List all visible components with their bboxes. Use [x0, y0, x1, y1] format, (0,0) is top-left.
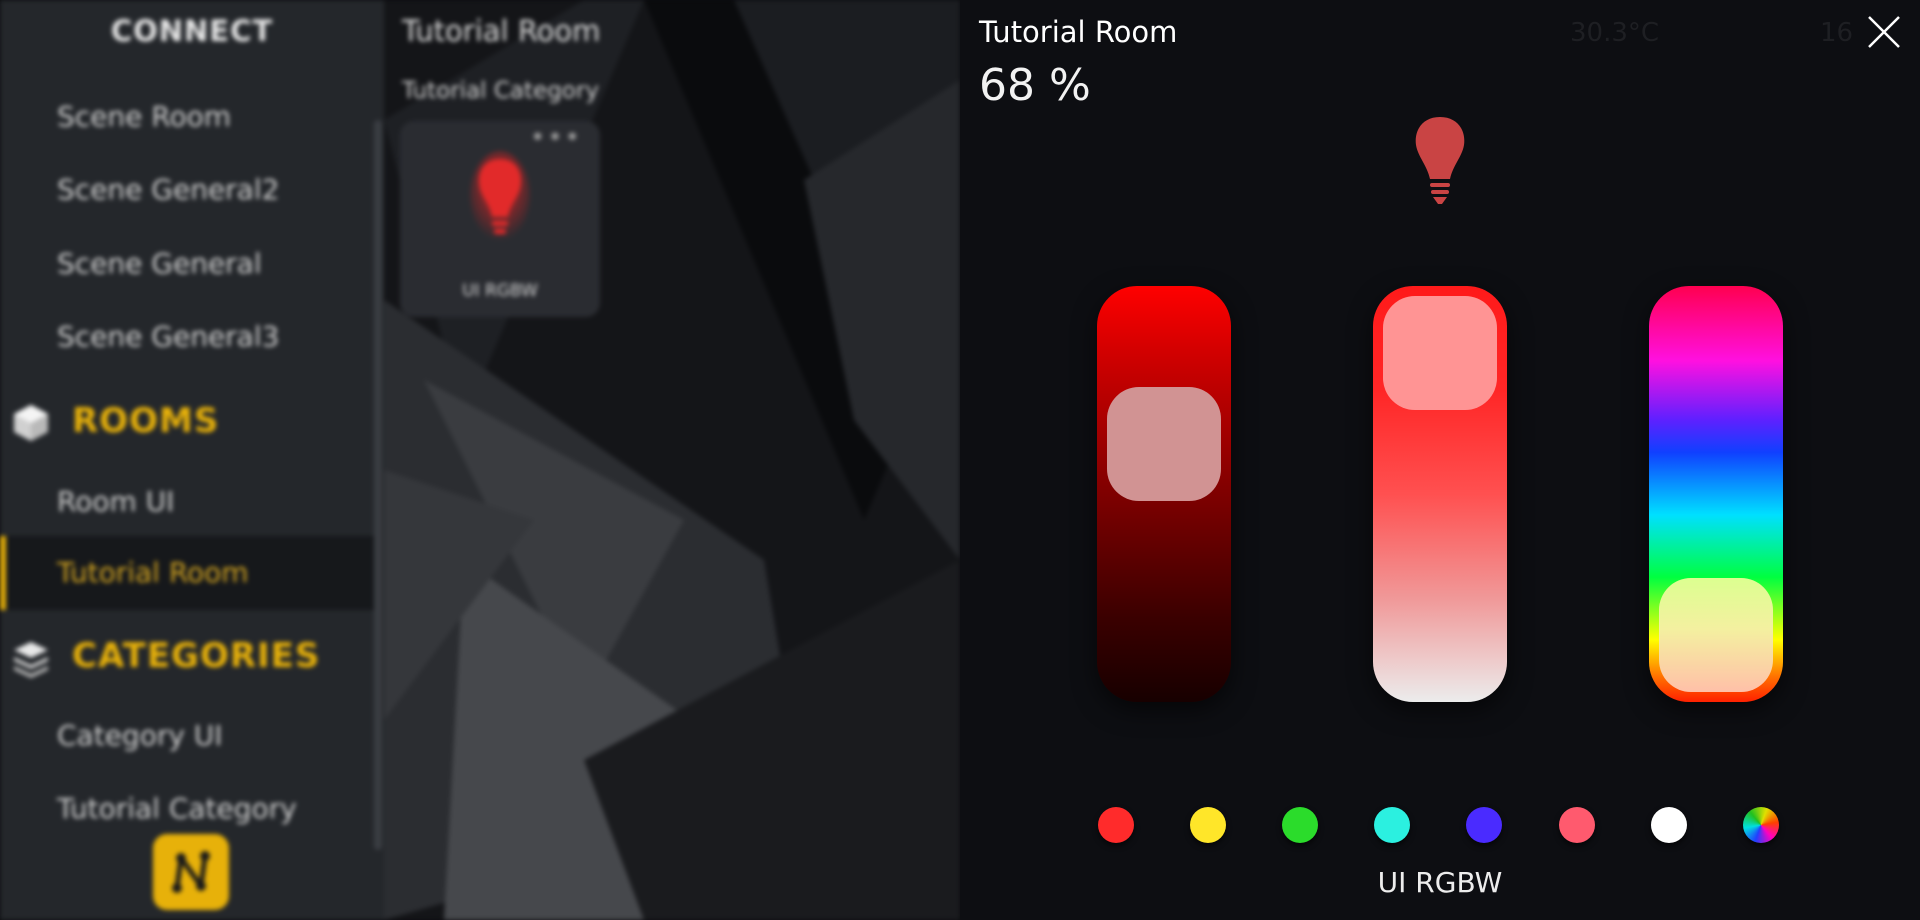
- swatch-green[interactable]: [1282, 807, 1318, 843]
- swatch-blue[interactable]: [1466, 807, 1502, 843]
- sidebar-item-scene-room[interactable]: Scene Room: [57, 100, 231, 133]
- room-title: Tutorial Room: [402, 14, 601, 48]
- sidebar-item-category-ui[interactable]: Category UI: [57, 719, 223, 752]
- active-indicator: [0, 536, 6, 610]
- rooms-heading: ROOMS: [72, 401, 220, 441]
- sidebar-scrollbar[interactable]: [374, 120, 382, 850]
- device-tile-ui-rgbw[interactable]: ••• UI RGBW: [400, 121, 600, 317]
- sidebar-item-room-ui[interactable]: Room UI: [57, 485, 174, 518]
- sidebar-item-scene-general3[interactable]: Scene General3: [57, 320, 279, 353]
- category-title: Tutorial Category: [402, 78, 599, 104]
- cube-icon: [14, 405, 48, 441]
- brightness-slider-thumb[interactable]: [1107, 387, 1221, 501]
- faint-temperature: 30.3°C: [1570, 18, 1660, 48]
- brightness-slider[interactable]: [1097, 286, 1231, 702]
- categories-heading: CATEGORIES: [72, 636, 321, 676]
- saturation-slider[interactable]: [1373, 286, 1507, 702]
- lightbulb-icon: [1415, 117, 1465, 204]
- sidebar: CONNECT Scene Room Scene General2 Scene …: [0, 0, 384, 920]
- sidebar-item-scene-general[interactable]: Scene General: [57, 247, 262, 280]
- swatch-yellow[interactable]: [1190, 807, 1226, 843]
- sidebar-item-tutorial-category[interactable]: Tutorial Category: [57, 792, 297, 825]
- layers-icon: [14, 642, 48, 678]
- swatch-cyan[interactable]: [1374, 807, 1410, 843]
- sidebar-item-tutorial-room[interactable]: Tutorial Room: [0, 536, 374, 610]
- brand-title: CONNECT: [110, 14, 274, 48]
- sidebar-item-scene-general2[interactable]: Scene General2: [57, 173, 279, 206]
- hue-slider[interactable]: [1649, 286, 1783, 702]
- close-icon[interactable]: [1864, 12, 1904, 52]
- network-logo-icon: [172, 851, 210, 893]
- swatch-red[interactable]: [1098, 807, 1134, 843]
- sidebar-item-label: Tutorial Room: [57, 556, 249, 589]
- swatch-pink[interactable]: [1559, 807, 1595, 843]
- saturation-slider-thumb[interactable]: [1383, 296, 1497, 410]
- swatch-white[interactable]: [1651, 807, 1687, 843]
- app-logo-button[interactable]: [153, 834, 229, 910]
- device-name: UI RGBW: [1377, 866, 1503, 899]
- panel-title: Tutorial Room: [979, 15, 1178, 49]
- brightness-value: 68 %: [979, 60, 1091, 111]
- swatch-rainbow[interactable]: [1743, 807, 1779, 843]
- hue-slider-thumb[interactable]: [1659, 578, 1773, 692]
- tile-label: UI RGBW: [462, 281, 538, 301]
- app-root: Tutorial Room Tutorial Category ••• UI R…: [0, 0, 1920, 920]
- light-control-panel: Tutorial Room 68 % 30.3°C 16 UI RGBW: [960, 0, 1920, 920]
- tile-menu-icon[interactable]: •••: [530, 123, 582, 153]
- bulb-icon: [470, 151, 530, 241]
- faint-value: 16: [1820, 18, 1854, 48]
- background-app: Tutorial Room Tutorial Category ••• UI R…: [0, 0, 960, 920]
